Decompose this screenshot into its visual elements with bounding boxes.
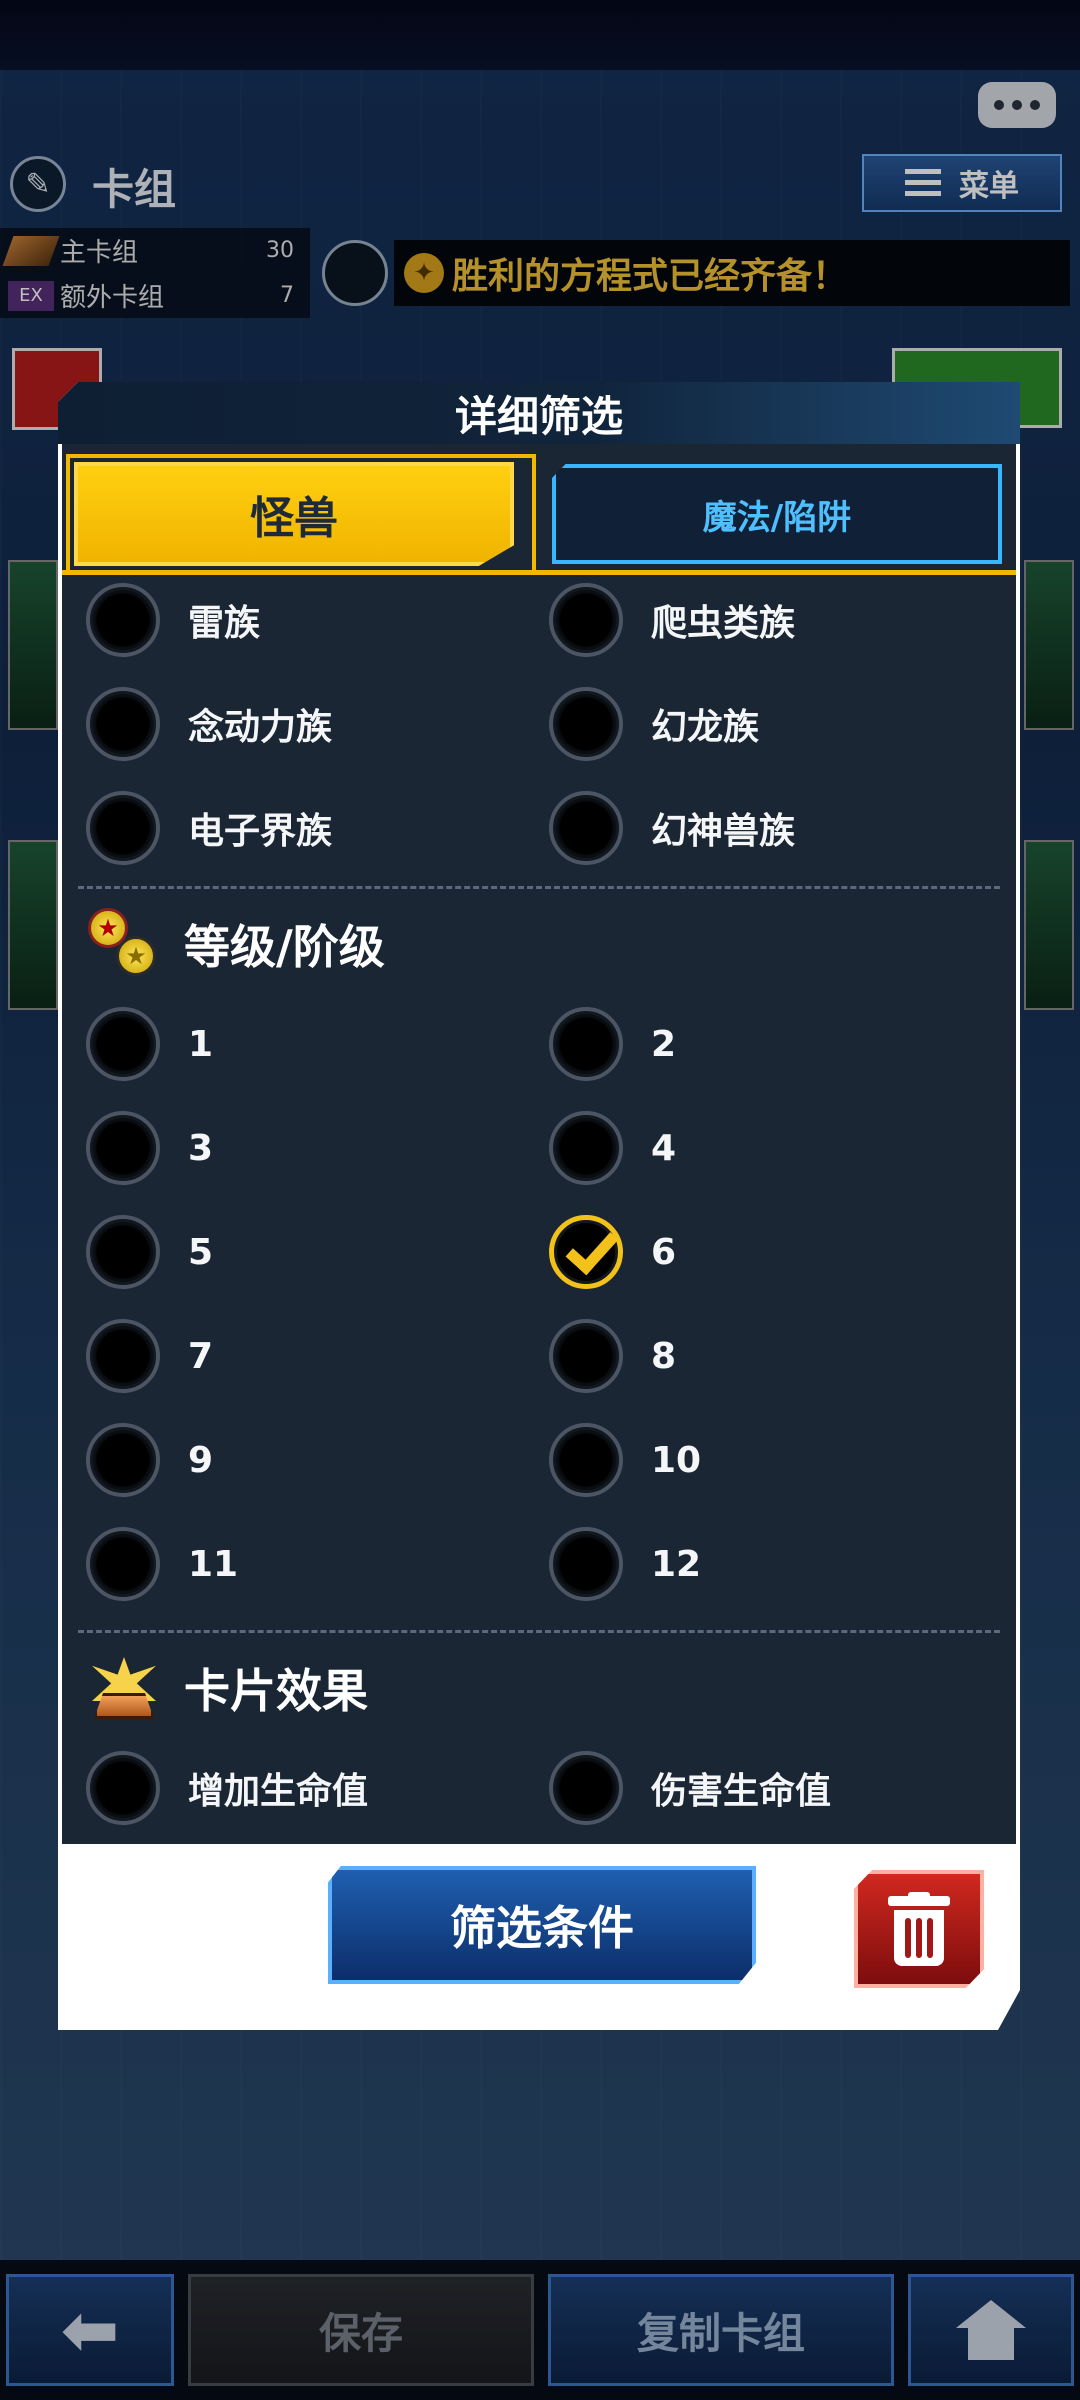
option-row: 电子界族 幻神兽族 <box>62 776 1016 880</box>
option-row: 1 2 <box>62 992 1016 1096</box>
option-gain-lp[interactable]: 增加生命值 <box>86 1736 546 1840</box>
option-damage-lp[interactable]: 伤害生命值 <box>549 1736 1009 1840</box>
option-label: 3 <box>188 1127 214 1169</box>
option-cyberse[interactable]: 电子界族 <box>86 776 546 880</box>
section-divider <box>78 886 1000 889</box>
dialog-title: 详细筛选 <box>454 391 623 441</box>
filter-list[interactable]: 雷族 爬虫类族 念动力族 幻龙族 电子界族 幻神兽族 ★ ★ 等级/阶级 1 2… <box>62 574 1016 1844</box>
option-level-7[interactable]: 7 <box>86 1304 546 1408</box>
option-label: 7 <box>188 1335 214 1377</box>
option-label: 1 <box>188 1023 214 1065</box>
option-level-11[interactable]: 11 <box>86 1512 546 1616</box>
radio-button[interactable] <box>549 583 623 657</box>
tab-monster[interactable]: 怪兽 <box>74 462 514 566</box>
option-thunder[interactable]: 雷族 <box>86 574 546 672</box>
level-section-header: ★ ★ 等级/阶级 <box>86 904 986 984</box>
checkmark-icon <box>566 1221 619 1275</box>
effect-section-header: 卡片效果 <box>86 1648 986 1728</box>
dialog-header: 详细筛选 <box>58 382 1020 444</box>
option-row: 7 8 <box>62 1304 1016 1408</box>
option-row: 增加生命值 伤害生命值 <box>62 1736 1016 1840</box>
radio-button[interactable] <box>86 1319 160 1393</box>
option-level-10[interactable]: 10 <box>549 1408 1009 1512</box>
option-level-2[interactable]: 2 <box>549 992 1009 1096</box>
radio-button[interactable] <box>86 1111 160 1185</box>
option-label: 幻龙族 <box>651 707 760 748</box>
radio-button[interactable] <box>86 583 160 657</box>
radio-button[interactable] <box>549 1319 623 1393</box>
option-wyrm[interactable]: 幻龙族 <box>549 672 1009 776</box>
option-level-3[interactable]: 3 <box>86 1096 546 1200</box>
option-label: 11 <box>188 1543 239 1585</box>
radio-button[interactable] <box>86 791 160 865</box>
radio-button[interactable] <box>549 1527 623 1601</box>
option-level-1[interactable]: 1 <box>86 992 546 1096</box>
option-label: 9 <box>188 1439 214 1481</box>
option-label: 电子界族 <box>188 811 333 852</box>
option-label: 雷族 <box>188 603 261 644</box>
option-level-6[interactable]: 6 <box>549 1200 1009 1304</box>
effect-icon <box>86 1653 162 1723</box>
option-label: 增加生命值 <box>188 1771 369 1812</box>
option-label: 伤害生命值 <box>651 1771 832 1812</box>
section-title: 等级/阶级 <box>184 920 385 974</box>
option-label: 念动力族 <box>188 707 333 748</box>
option-reptile[interactable]: 爬虫类族 <box>549 574 1009 672</box>
radio-button[interactable] <box>549 687 623 761</box>
radio-button[interactable] <box>86 1215 160 1289</box>
radio-button-checked[interactable] <box>549 1215 623 1289</box>
radio-button[interactable] <box>549 791 623 865</box>
option-row: 5 6 <box>62 1200 1016 1304</box>
radio-button[interactable] <box>549 1007 623 1081</box>
option-row: 3 4 <box>62 1096 1016 1200</box>
option-row: 雷族 爬虫类族 <box>62 574 1016 672</box>
radio-button[interactable] <box>86 687 160 761</box>
section-title: 卡片效果 <box>184 1664 368 1718</box>
section-divider <box>78 1630 1000 1633</box>
radio-button[interactable] <box>86 1751 160 1825</box>
radio-button[interactable] <box>549 1111 623 1185</box>
option-level-5[interactable]: 5 <box>86 1200 546 1304</box>
detail-filter-dialog: 详细筛选 怪兽 魔法/陷阱 雷族 爬虫类族 念动力族 幻龙族 电子界族 幻神兽族… <box>58 382 1020 2030</box>
option-label: 10 <box>651 1439 702 1481</box>
filter-tabs: 怪兽 魔法/陷阱 <box>62 444 1016 574</box>
option-row: 9 10 <box>62 1408 1016 1512</box>
option-label: 爬虫类族 <box>651 603 796 644</box>
option-label: 6 <box>651 1231 677 1273</box>
option-level-9[interactable]: 9 <box>86 1408 546 1512</box>
option-label: 8 <box>651 1335 677 1377</box>
clear-filter-button[interactable] <box>854 1870 984 1988</box>
option-label: 12 <box>651 1543 702 1585</box>
trash-icon <box>888 1892 950 1966</box>
option-label: 幻神兽族 <box>651 811 796 852</box>
option-psychic[interactable]: 念动力族 <box>86 672 546 776</box>
radio-button[interactable] <box>549 1423 623 1497</box>
option-label: 2 <box>651 1023 677 1065</box>
tab-spell-trap[interactable]: 魔法/陷阱 <box>552 464 1002 564</box>
radio-button[interactable] <box>549 1751 623 1825</box>
radio-button[interactable] <box>86 1423 160 1497</box>
radio-button[interactable] <box>86 1527 160 1601</box>
option-level-8[interactable]: 8 <box>549 1304 1009 1408</box>
option-level-4[interactable]: 4 <box>549 1096 1009 1200</box>
stars-icon: ★ ★ <box>86 906 162 982</box>
option-divine-beast[interactable]: 幻神兽族 <box>549 776 1009 880</box>
option-row: 念动力族 幻龙族 <box>62 672 1016 776</box>
option-row: 11 12 <box>62 1512 1016 1616</box>
option-label: 5 <box>188 1231 214 1273</box>
dialog-body: 怪兽 魔法/陷阱 雷族 爬虫类族 念动力族 幻龙族 电子界族 幻神兽族 ★ ★ … <box>62 444 1016 1844</box>
radio-button[interactable] <box>86 1007 160 1081</box>
option-label: 4 <box>651 1127 677 1169</box>
option-level-12[interactable]: 12 <box>549 1512 1009 1616</box>
apply-filter-button[interactable]: 筛选条件 <box>328 1866 756 1984</box>
